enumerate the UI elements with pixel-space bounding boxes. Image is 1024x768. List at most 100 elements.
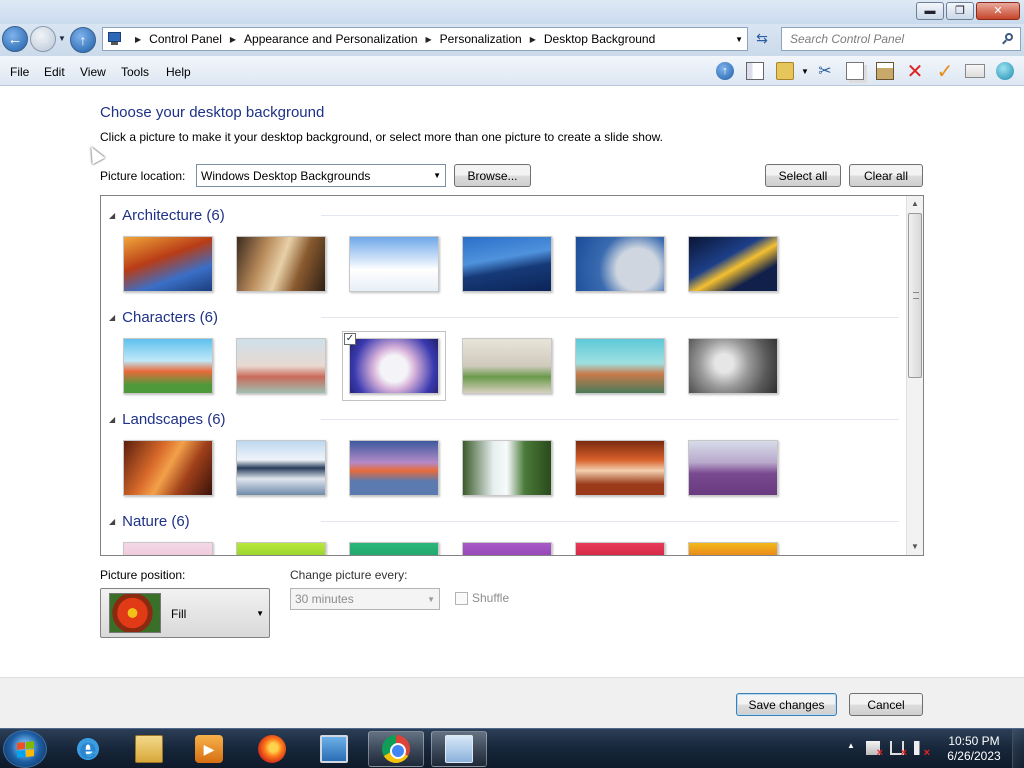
toolbar-delete-button[interactable]: ✕ [900,59,930,83]
toolbar-pane-button[interactable] [740,59,770,83]
wallpaper-thumbnail[interactable] [462,542,552,555]
network-icon[interactable] [890,741,907,759]
change-picture-select[interactable]: 30 minutes ▼ [290,588,440,610]
wallpaper-thumbnail[interactable] [123,338,213,394]
volume-muted-icon[interactable] [914,741,930,759]
wallpaper-thumbnail[interactable] [462,236,552,292]
wallpaper-thumbnail[interactable] [236,542,326,555]
wallpaper-thumbnail[interactable] [575,542,665,555]
toolbar-cut-button[interactable]: ✂ [810,59,840,83]
browse-button[interactable]: Browse... [454,164,531,187]
breadcrumb-separator-icon[interactable]: ▶ [426,35,432,44]
wallpaper-thumbnail[interactable] [349,542,439,555]
checkbox-icon[interactable] [455,591,468,605]
picture-position-select[interactable]: Fill ▼ [100,588,270,638]
cancel-button[interactable]: Cancel [849,693,923,716]
taskbar-file-explorer[interactable] [121,731,177,767]
up-level-button[interactable]: ↑ [70,27,96,53]
wallpaper-thumbnail[interactable] [236,440,326,496]
picture-location-select[interactable]: Windows Desktop Backgrounds ▼ [196,164,446,187]
address-dropdown-icon[interactable]: ▼ [735,35,743,44]
toolbar-paste-button[interactable] [870,59,900,83]
wallpaper-thumbnail[interactable]: ✓ [342,331,446,401]
toolbar-globe-button[interactable] [990,59,1020,83]
menu-tools[interactable]: Tools [121,65,149,79]
wallpaper-thumbnail[interactable] [688,440,778,496]
menu-help[interactable]: Help [166,65,191,79]
wallpaper-thumbnail[interactable] [688,542,778,555]
collapse-triangle-icon[interactable]: ◢ [109,415,115,424]
wallpaper-thumbnail[interactable] [349,236,439,292]
breadcrumb-desktop-background[interactable]: Desktop Background [544,32,655,46]
group-header[interactable]: ◢ Characters (6) [109,307,218,327]
wallpaper-thumbnail[interactable] [575,236,665,292]
taskbar-internet-explorer[interactable]: e [60,731,116,767]
show-desktop-button[interactable] [1012,729,1024,768]
clear-all-button[interactable]: Clear all [849,164,923,187]
wallpaper-thumbnail[interactable] [575,338,665,394]
wallpaper-thumbnail[interactable] [688,236,778,292]
group-header[interactable]: ◢ Nature (6) [109,511,190,531]
scroll-up-icon[interactable]: ▲ [907,196,923,212]
checkbox-checked-icon[interactable]: ✓ [344,333,356,345]
wallpaper-thumbnail[interactable] [236,236,326,292]
picture-gallery[interactable]: ◢ Architecture (6) ◢ Characters (6) ✓ ◢ … [100,195,924,556]
restore-button[interactable]: ❐ [946,2,974,20]
toolbar-folder-button[interactable] [770,59,800,83]
group-header[interactable]: ◢ Landscapes (6) [109,409,226,429]
taskbar-media-center[interactable]: ▶ [181,731,237,767]
search-icon[interactable] [1002,33,1014,45]
toolbar-up-button[interactable]: ↑ [710,59,740,83]
breadcrumb-control-panel[interactable]: Control Panel [149,32,222,46]
shuffle-checkbox[interactable]: Shuffle [455,591,509,605]
taskbar-chrome[interactable] [368,731,424,767]
wallpaper-thumbnail[interactable] [123,236,213,292]
show-hidden-icons-icon[interactable]: ▲ [846,741,856,755]
menu-file[interactable]: File [10,65,29,79]
clock[interactable]: 10:50 PM 6/26/2023 [944,734,1004,764]
breadcrumb-appearance[interactable]: Appearance and Personalization [244,32,417,46]
wallpaper-thumbnail[interactable] [123,440,213,496]
refresh-button[interactable]: ⇆ [752,30,772,48]
action-center-icon[interactable] [866,741,883,759]
collapse-triangle-icon[interactable]: ◢ [109,313,115,322]
toolbar-properties-button[interactable]: ✓ [930,59,960,83]
toolbar-mail-button[interactable] [960,59,990,83]
collapse-triangle-icon[interactable]: ◢ [109,211,115,220]
breadcrumb-separator-icon[interactable]: ▶ [530,35,536,44]
wallpaper-thumbnail[interactable] [575,440,665,496]
breadcrumb-personalization[interactable]: Personalization [440,32,522,46]
minimize-button[interactable]: ▬ [916,2,944,20]
search-input[interactable]: Search Control Panel [782,32,904,46]
wallpaper-thumbnail[interactable] [236,338,326,394]
close-button[interactable]: ✕ [976,2,1020,20]
recent-pages-dropdown-icon[interactable]: ▼ [58,34,66,43]
back-button[interactable]: ← [2,26,28,52]
collapse-triangle-icon[interactable]: ◢ [109,517,115,526]
group-header[interactable]: ◢ Architecture (6) [109,205,225,225]
toolbar-folder-dropdown[interactable]: ▼ [800,59,810,83]
menu-edit[interactable]: Edit [44,65,65,79]
scroll-down-icon[interactable]: ▼ [907,539,923,555]
taskbar-firefox[interactable] [244,731,300,767]
save-changes-button[interactable]: Save changes [736,693,837,716]
taskbar-control-panel[interactable] [431,731,487,767]
wallpaper-thumbnail[interactable] [349,440,439,496]
gallery-scrollbar[interactable]: ▲ ▼ [906,196,923,555]
wallpaper-thumbnail[interactable] [123,542,213,555]
taskbar-remote-desktop[interactable] [306,731,362,767]
menu-view[interactable]: View [80,65,106,79]
start-button[interactable] [3,730,47,768]
chevron-down-icon: ▼ [256,609,264,618]
search-box[interactable]: Search Control Panel [781,27,1021,51]
forward-button[interactable]: → [30,26,56,52]
breadcrumb-separator-icon[interactable]: ▶ [135,35,141,44]
scroll-thumb[interactable] [908,213,922,378]
breadcrumb-separator-icon[interactable]: ▶ [230,35,236,44]
wallpaper-thumbnail[interactable] [462,440,552,496]
toolbar-copy-button[interactable] [840,59,870,83]
wallpaper-thumbnail[interactable] [462,338,552,394]
select-all-button[interactable]: Select all [765,164,841,187]
address-bar[interactable]: ▶ Control Panel ▶ Appearance and Persona… [102,27,748,51]
wallpaper-thumbnail[interactable] [688,338,778,394]
